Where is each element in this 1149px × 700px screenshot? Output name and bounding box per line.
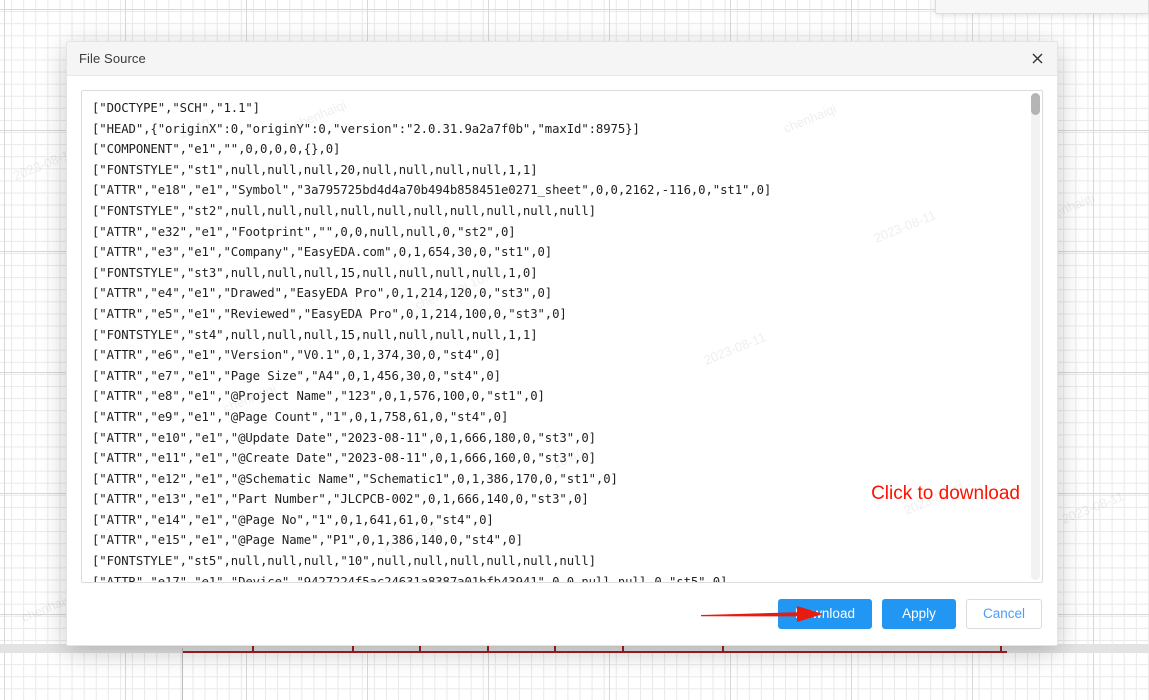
- sheet-tick: [722, 646, 724, 652]
- cancel-button[interactable]: Cancel: [965, 599, 1042, 629]
- close-icon[interactable]: [1026, 48, 1048, 70]
- dialog-header: File Source: [67, 42, 1057, 76]
- sheet-border-line: [183, 651, 1007, 653]
- sheet-tick: [419, 646, 421, 652]
- sheet-tick: [252, 646, 254, 652]
- file-source-content: ["DOCTYPE","SCH","1.1"] ["HEAD",{"origin…: [92, 101, 772, 582]
- sheet-tick: [352, 646, 354, 652]
- dialog-footer: Download Apply Cancel: [67, 583, 1057, 645]
- sheet-tick: [554, 646, 556, 652]
- dialog-body: ["DOCTYPE","SCH","1.1"] ["HEAD",{"origin…: [67, 76, 1057, 583]
- sheet-tick: [622, 646, 624, 652]
- sheet-tick: [1000, 646, 1002, 652]
- apply-button[interactable]: Apply: [881, 599, 956, 629]
- vertical-scrollbar[interactable]: [1031, 93, 1040, 580]
- file-source-dialog: File Source ["DOCTYPE","SCH","1.1"] ["HE…: [66, 41, 1058, 646]
- dialog-title: File Source: [79, 51, 146, 66]
- top-right-floating-panel[interactable]: [935, 0, 1149, 14]
- download-button[interactable]: Download: [777, 599, 872, 629]
- file-source-textarea[interactable]: ["DOCTYPE","SCH","1.1"] ["HEAD",{"origin…: [81, 90, 1043, 583]
- sheet-vertical-rule: [182, 648, 183, 700]
- sheet-tick: [487, 646, 489, 652]
- vertical-scrollbar-thumb[interactable]: [1031, 93, 1040, 115]
